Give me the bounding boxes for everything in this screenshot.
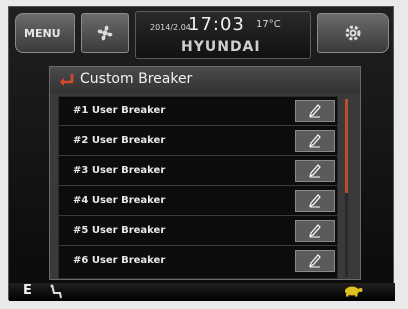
dialog-title: Custom Breaker [80, 71, 193, 87]
clock-time: 17:03 [188, 14, 245, 35]
edit-button[interactable] [295, 220, 335, 242]
back-arrow-icon[interactable] [58, 72, 76, 88]
custom-breaker-dialog: Custom Breaker #1 User Breaker #2 User B… [49, 66, 361, 280]
list-item[interactable]: #6 User Breaker [59, 247, 337, 276]
edit-button[interactable] [295, 130, 335, 152]
head-unit-screen: MENU 2014/2.04 17:03 17°C HYUNDAI Custom… [8, 6, 395, 301]
pencil-icon [309, 194, 321, 208]
settings-button[interactable] [317, 13, 389, 53]
compass-heading: E [23, 283, 32, 298]
seat-icon [50, 284, 62, 299]
pencil-icon [309, 254, 321, 268]
outside-temperature: 17°C [256, 19, 281, 30]
edit-button[interactable] [295, 160, 335, 182]
list-item-label: #2 User Breaker [73, 135, 166, 146]
menu-button[interactable]: MENU [15, 13, 75, 53]
pencil-icon [309, 164, 321, 178]
fan-icon [97, 25, 113, 41]
pencil-icon [309, 104, 321, 118]
bottom-status-bar: E [9, 283, 395, 301]
brand-logo-text: HYUNDAI [181, 39, 261, 55]
list-item-label: #3 User Breaker [73, 165, 166, 176]
status-panel: 2014/2.04 17:03 17°C HYUNDAI [135, 11, 311, 59]
edit-button[interactable] [295, 190, 335, 212]
scrollbar-thumb[interactable] [345, 99, 348, 193]
list-item-label: #1 User Breaker [73, 105, 166, 116]
list-item[interactable]: #4 User Breaker [59, 187, 337, 216]
climate-button[interactable] [81, 13, 129, 53]
list-item[interactable]: #2 User Breaker [59, 127, 337, 156]
list-item[interactable]: #5 User Breaker [59, 217, 337, 246]
list-item[interactable]: #1 User Breaker [59, 97, 337, 126]
top-bar: MENU 2014/2.04 17:03 17°C HYUNDAI [9, 7, 395, 62]
list-item-label: #4 User Breaker [73, 195, 166, 206]
pencil-icon [309, 224, 321, 238]
gear-icon [345, 25, 361, 41]
date-text: 2014/2.04 [150, 23, 191, 32]
list-item-label: #5 User Breaker [73, 225, 166, 236]
list-scrollbar[interactable] [345, 99, 348, 277]
list-item[interactable]: #3 User Breaker [59, 157, 337, 186]
edit-button[interactable] [295, 100, 335, 122]
menu-label: MENU [24, 26, 61, 40]
dialog-header: Custom Breaker [50, 67, 360, 93]
turtle-icon [345, 286, 363, 297]
breaker-list: #1 User Breaker #2 User Breaker #3 User … [58, 96, 338, 279]
edit-button[interactable] [295, 250, 335, 272]
pencil-icon [309, 134, 321, 148]
list-item-label: #6 User Breaker [73, 255, 166, 266]
